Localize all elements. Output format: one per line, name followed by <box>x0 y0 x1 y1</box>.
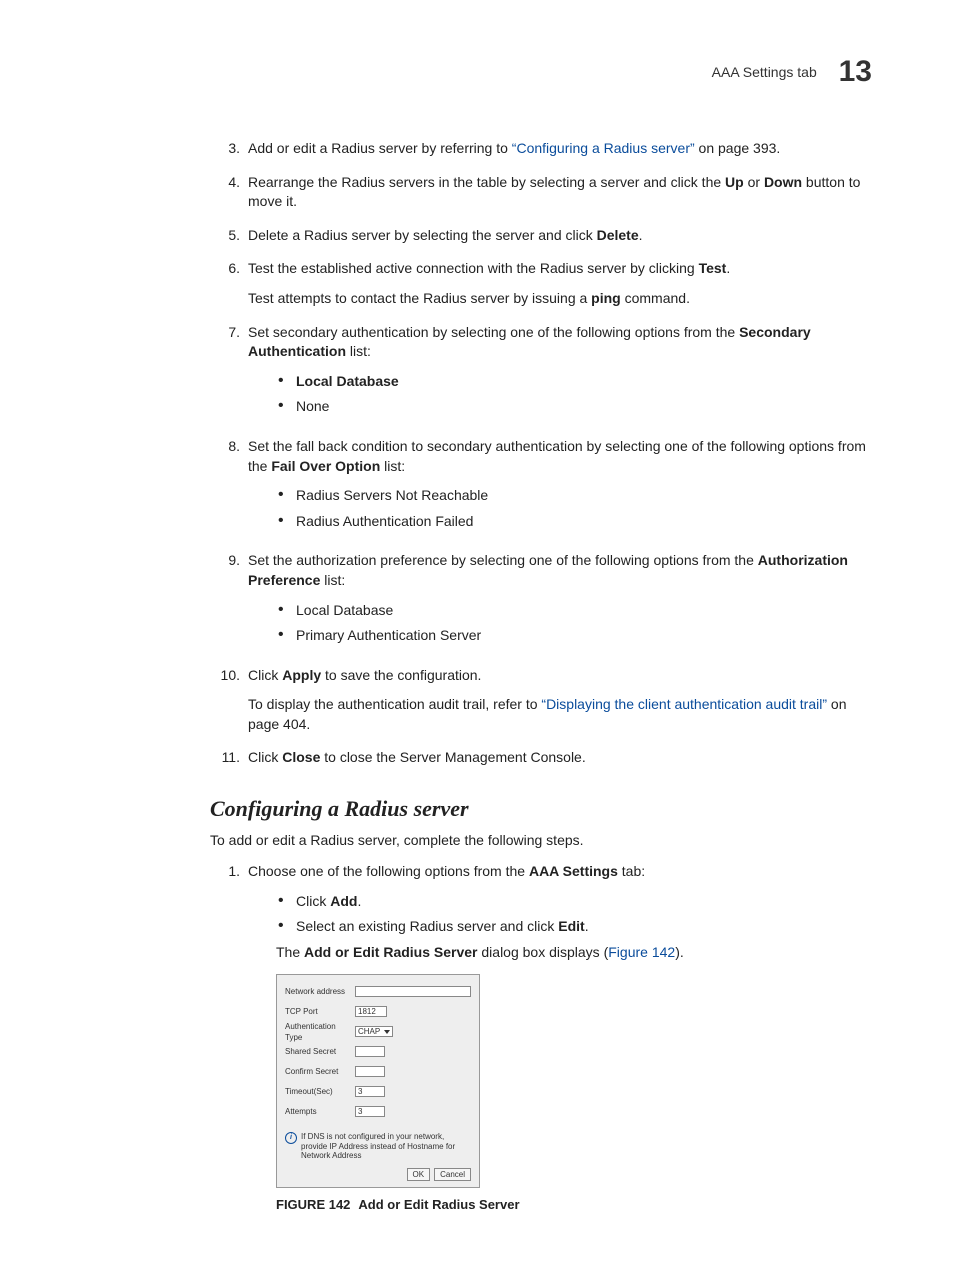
bullet: Primary Authentication Server <box>296 627 481 643</box>
link-figure-142[interactable]: Figure 142 <box>608 944 675 960</box>
shared-secret-input[interactable] <box>355 1046 385 1057</box>
auth-type-select[interactable]: CHAP <box>355 1026 393 1037</box>
shared-secret-label: Shared Secret <box>285 1046 355 1057</box>
step-number: 11. <box>210 748 248 768</box>
text: . <box>585 918 589 934</box>
steps-list-b: 1. Choose one of the following options f… <box>210 862 872 1214</box>
ok-button[interactable]: OK <box>407 1168 431 1181</box>
text: command. <box>621 290 690 306</box>
header-tab-label: AAA Settings tab <box>712 64 817 80</box>
confirm-secret-input[interactable] <box>355 1066 385 1077</box>
bold: Apply <box>282 667 321 683</box>
step-number: 9. <box>210 551 248 651</box>
text: Delete a Radius server by selecting the … <box>248 227 597 243</box>
text: Click <box>296 893 330 909</box>
text: Test attempts to contact the Radius serv… <box>248 290 591 306</box>
text: To display the authentication audit trai… <box>248 696 541 712</box>
text: ). <box>675 944 684 960</box>
bold: Add or Edit Radius Server <box>304 944 477 960</box>
text: Choose one of the following options from… <box>248 863 529 879</box>
network-address-input[interactable] <box>355 986 471 997</box>
intro-paragraph: To add or edit a Radius server, complete… <box>210 832 872 848</box>
bullet: Radius Servers Not Reachable <box>296 487 488 503</box>
text: to close the Server Management Console. <box>320 749 585 765</box>
step-number: 5. <box>210 226 248 246</box>
bullet: Local Database <box>296 602 393 618</box>
text: on page 393. <box>695 140 781 156</box>
attempts-input[interactable]: 3 <box>355 1106 385 1117</box>
figure-number: FIGURE 142 <box>276 1197 350 1212</box>
step-number: 3. <box>210 139 248 159</box>
subheading: Configuring a Radius server <box>210 796 872 822</box>
info-icon: i <box>285 1132 297 1144</box>
radius-dialog: Network address TCP Port 1812 Authentica… <box>276 974 480 1188</box>
network-address-label: Network address <box>285 986 355 997</box>
bold: Test <box>699 260 727 276</box>
text: Test the established active connection w… <box>248 260 699 276</box>
link-configuring-radius[interactable]: “Configuring a Radius server” <box>512 140 695 156</box>
text: Click <box>248 667 282 683</box>
bold: Down <box>764 174 802 190</box>
text: Rearrange the Radius servers in the tabl… <box>248 174 725 190</box>
bold: ping <box>591 290 621 306</box>
tcp-port-input[interactable]: 1812 <box>355 1006 387 1017</box>
bold: Fail Over Option <box>271 458 380 474</box>
text: tab: <box>618 863 645 879</box>
dialog-note: If DNS is not configured in your network… <box>301 1132 471 1160</box>
cancel-button[interactable]: Cancel <box>434 1168 471 1181</box>
step-number: 4. <box>210 173 248 212</box>
timeout-label: Timeout(Sec) <box>285 1086 355 1097</box>
steps-list-a: 3. Add or edit a Radius server by referr… <box>210 139 872 768</box>
text: Add or edit a Radius server by referring… <box>248 140 512 156</box>
text: list: <box>380 458 405 474</box>
bullet: Radius Authentication Failed <box>296 513 473 529</box>
text: Select an existing Radius server and cli… <box>296 918 558 934</box>
text: list: <box>346 343 371 359</box>
running-header: AAA Settings tab 13 <box>210 55 872 89</box>
timeout-input[interactable]: 3 <box>355 1086 385 1097</box>
figure-caption: FIGURE 142 Add or Edit Radius Server <box>276 1196 872 1214</box>
figure-title: Add or Edit Radius Server <box>358 1197 519 1212</box>
text: list: <box>320 572 345 588</box>
bold: AAA Settings <box>529 863 618 879</box>
bullet: Local Database <box>296 373 399 389</box>
auth-type-label: Authentication Type <box>285 1021 355 1043</box>
text: or <box>744 174 764 190</box>
text: Click <box>248 749 282 765</box>
bold: Close <box>282 749 320 765</box>
step-number: 8. <box>210 437 248 537</box>
bold: Edit <box>558 918 584 934</box>
bold: Delete <box>597 227 639 243</box>
text: . <box>639 227 643 243</box>
step-number: 7. <box>210 323 248 423</box>
step-number: 10. <box>210 666 248 735</box>
text: Set secondary authentication by selectin… <box>248 324 739 340</box>
text: Set the authorization preference by sele… <box>248 552 758 568</box>
link-audit-trail[interactable]: “Displaying the client authentication au… <box>541 696 827 712</box>
text: dialog box displays ( <box>478 944 609 960</box>
chapter-number: 13 <box>839 55 872 88</box>
text: The <box>276 944 304 960</box>
text: to save the configuration. <box>321 667 481 683</box>
step-number: 6. <box>210 259 248 308</box>
bullet: None <box>296 398 329 414</box>
attempts-label: Attempts <box>285 1106 355 1117</box>
text: . <box>726 260 730 276</box>
bold: Add <box>330 893 357 909</box>
step-number: 1. <box>210 862 248 1214</box>
bold: Up <box>725 174 744 190</box>
text: . <box>357 893 361 909</box>
confirm-secret-label: Confirm Secret <box>285 1066 355 1077</box>
tcp-port-label: TCP Port <box>285 1006 355 1017</box>
